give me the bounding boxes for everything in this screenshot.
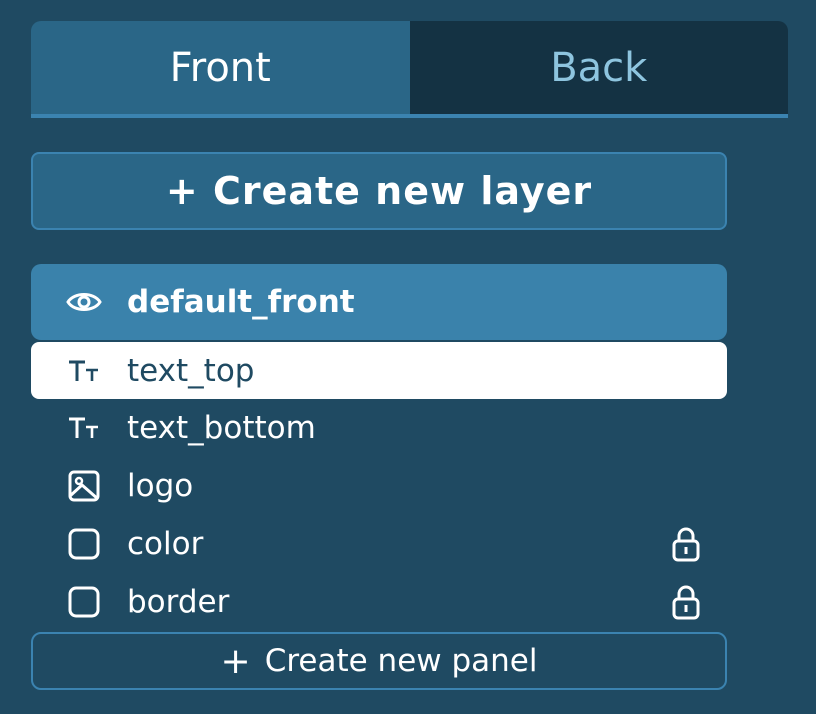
tab-front[interactable]: Front: [31, 21, 410, 118]
plus-icon: +: [220, 640, 251, 682]
tab-back-label: Back: [550, 44, 648, 91]
lock-icon[interactable]: [669, 525, 703, 563]
layer-item-text-top[interactable]: text_top: [31, 342, 727, 399]
layer-item-label: text_bottom: [127, 410, 316, 446]
layer-item-label: border: [127, 584, 230, 620]
create-panel-label: Create new panel: [264, 643, 538, 679]
tab-back[interactable]: Back: [409, 21, 788, 118]
text-icon: [65, 409, 103, 447]
create-layer-label: + Create new layer: [165, 169, 593, 213]
layer-item-color[interactable]: color: [31, 515, 727, 573]
layer-group-default-front[interactable]: default_front: [31, 264, 727, 340]
create-layer-button[interactable]: + Create new layer: [31, 152, 727, 230]
square-icon: [65, 525, 103, 563]
layer-item-label: color: [127, 526, 204, 562]
lock-icon[interactable]: [669, 583, 703, 621]
layer-item-label: logo: [127, 468, 194, 504]
create-panel-button[interactable]: + Create new panel: [31, 632, 727, 690]
image-icon: [65, 467, 103, 505]
text-icon: [65, 352, 103, 390]
tab-front-label: Front: [169, 44, 271, 91]
layer-item-label: text_top: [127, 352, 255, 389]
side-tabs: Front Back: [31, 21, 788, 118]
layer-item-border[interactable]: border: [31, 573, 727, 631]
layer-item-text-bottom[interactable]: text_bottom: [31, 399, 727, 457]
eye-icon[interactable]: [65, 283, 103, 321]
layer-group-label: default_front: [127, 284, 355, 320]
square-icon: [65, 583, 103, 621]
layer-item-logo[interactable]: logo: [31, 457, 727, 515]
